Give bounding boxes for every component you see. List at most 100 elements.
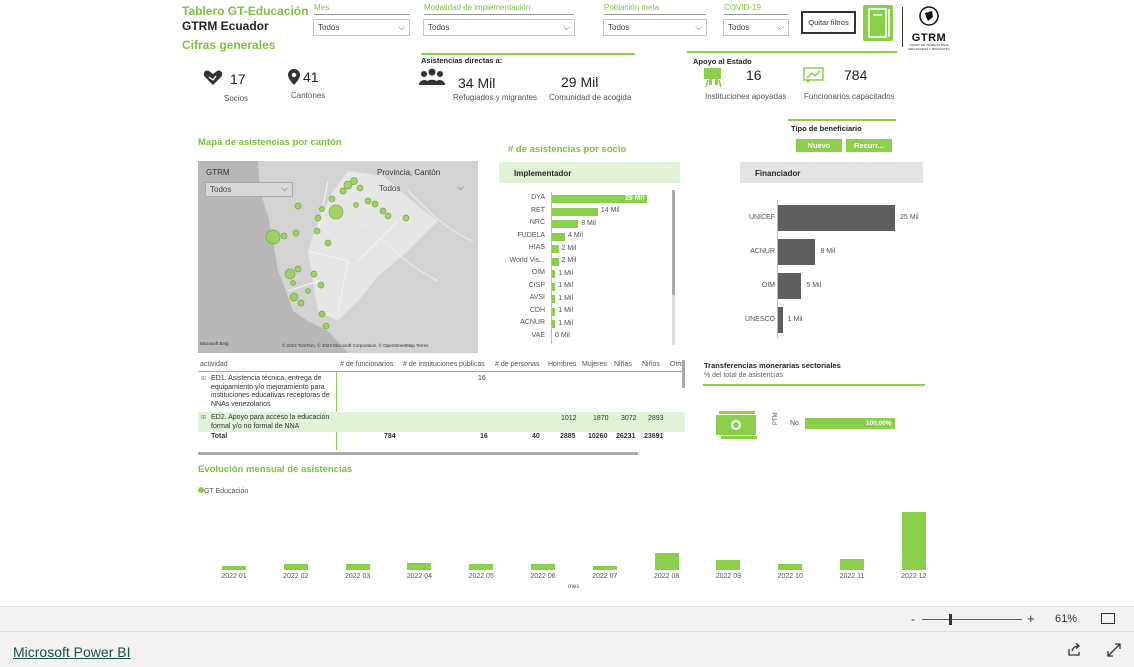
fin-bar[interactable] xyxy=(778,273,802,299)
month-bar[interactable] xyxy=(592,565,617,570)
col-funcionarios[interactable]: # de funcionarios xyxy=(340,361,393,368)
map-marker xyxy=(328,204,344,220)
total-hombres: 2885 xyxy=(560,433,576,440)
fit-page-icon[interactable] xyxy=(1101,613,1115,624)
covid-slicer[interactable]: Todos ⌵ xyxy=(723,19,789,36)
fin-category-label: OIM xyxy=(761,282,775,289)
modalidad-slicer-label: Modalidad de implementación xyxy=(424,3,531,12)
map-marker xyxy=(305,288,311,294)
zoom-in-button[interactable]: + xyxy=(1027,611,1035,626)
activity-table[interactable]: actividad # de funcionarios # de institu… xyxy=(198,360,685,456)
row-ninos: 2893 xyxy=(648,415,664,422)
impl-value-label: 29 Mil xyxy=(625,194,645,202)
expand-icon[interactable]: ⊞ xyxy=(201,414,206,421)
expand-icon[interactable]: ⊞ xyxy=(201,375,206,382)
comunidad-label: Comunidad de acogida xyxy=(549,93,632,102)
institution-icon xyxy=(703,66,723,93)
share-icon[interactable] xyxy=(1067,643,1081,662)
recurrente-button[interactable]: Recurr... xyxy=(846,139,892,152)
month-label: 2022 03 xyxy=(344,573,371,580)
map-marker xyxy=(314,214,322,222)
poblacion-slicer[interactable]: Todos ⌵ xyxy=(603,19,707,36)
impl-bar[interactable] xyxy=(552,320,556,328)
col-hombres[interactable]: Hombres xyxy=(548,361,576,368)
fin-bar[interactable] xyxy=(778,307,783,333)
map-marker xyxy=(402,214,410,222)
fullscreen-icon[interactable] xyxy=(1107,643,1121,662)
fin-value-label: 1 Mil xyxy=(787,316,803,323)
map-marker xyxy=(313,227,321,235)
monthly-chart: 2022 01 2022 02 2022 03 2022 04 2022 05 2022 … xyxy=(205,495,940,595)
notebook-icon[interactable] xyxy=(863,5,893,41)
col-mujeres[interactable]: Mujeres xyxy=(582,361,607,368)
month-bar[interactable] xyxy=(716,560,741,570)
col-ninas[interactable]: Niñas xyxy=(614,361,632,368)
monthly-chart-title: Evolución mensual de asistencias xyxy=(198,464,353,475)
mes-slicer[interactable]: Todos ⌵ xyxy=(313,19,410,36)
map-marker xyxy=(289,292,299,302)
impl-bar[interactable] xyxy=(552,282,556,291)
month-bar[interactable] xyxy=(901,512,926,570)
impl-bar[interactable] xyxy=(552,307,556,316)
impl-value-label: 1 Mil xyxy=(558,307,574,314)
impl-bar[interactable] xyxy=(552,207,598,216)
nuevo-button[interactable]: Nuevo xyxy=(796,139,842,152)
modalidad-slicer[interactable]: Todos ⌵ xyxy=(423,19,575,36)
map-marker xyxy=(339,187,347,195)
zoom-out-button[interactable]: - xyxy=(911,612,915,626)
month-bar[interactable] xyxy=(407,563,432,570)
zoom-slider[interactable] xyxy=(922,619,1022,620)
map-marker xyxy=(294,202,302,210)
col-personas[interactable]: # de personas xyxy=(495,361,539,368)
month-bar[interactable] xyxy=(469,564,494,570)
month-bar[interactable] xyxy=(654,553,679,570)
month-bar[interactable] xyxy=(778,564,803,570)
fin-bar[interactable] xyxy=(778,205,895,231)
month-bar[interactable] xyxy=(345,564,370,570)
impl-value-label: 2 Mil xyxy=(561,244,577,252)
socios-value: 17 xyxy=(230,71,246,87)
cantones-value: 41 xyxy=(303,69,319,85)
map-marker xyxy=(364,197,372,205)
funcionarios-value: 784 xyxy=(844,67,868,83)
impl-value-label: 1 Mil xyxy=(558,319,574,327)
col-instituciones[interactable]: # de instituciones públicas xyxy=(403,361,485,368)
col-actividad[interactable]: actividad xyxy=(200,361,228,368)
total-ninos: 23691 xyxy=(644,433,664,440)
impl-bar[interactable] xyxy=(552,245,559,253)
impl-category-label: ACNUR xyxy=(520,319,545,326)
fin-bar[interactable] xyxy=(778,239,816,265)
map-marker xyxy=(371,200,379,208)
table-row[interactable]: ⊞ ED1. Asistencia técnica, entrega de eq… xyxy=(198,373,685,413)
zoom-slider-thumb[interactable] xyxy=(949,614,952,625)
map-markers xyxy=(265,177,410,330)
clear-filters-button[interactable]: Quitar filtros xyxy=(801,11,856,34)
legend-item: GT Educación xyxy=(198,487,248,495)
table-h-scrollbar[interactable] xyxy=(198,452,638,455)
financiador-header: Financiador xyxy=(740,162,923,183)
col-ninos[interactable]: Niños xyxy=(642,361,660,368)
table-v-scrollbar[interactable] xyxy=(682,360,685,388)
table-row[interactable]: ⊞ ED2. Apoyo para acceso la educación fo… xyxy=(198,412,685,432)
powerbi-link[interactable]: Microsoft Power BI xyxy=(13,644,130,660)
month-bar[interactable] xyxy=(531,564,555,570)
month-bar[interactable] xyxy=(840,558,864,570)
month-bar[interactable] xyxy=(222,565,246,570)
impl-bar[interactable] xyxy=(552,220,579,228)
month-bar[interactable] xyxy=(283,564,308,570)
implementador-chart: DYA 29 Mil RET 14 Mil NRC 8 Mil FUDELA 4 Mil HIA… xyxy=(505,192,675,347)
table-total-row: Total 784 16 40 2885 10260 26231 23691 xyxy=(198,432,685,444)
total-funcionarios: 784 xyxy=(384,433,396,440)
presentation-icon xyxy=(803,67,825,88)
impl-bar[interactable] xyxy=(552,232,566,241)
impl-bar[interactable] xyxy=(552,270,556,278)
impl-value-label: 14 Mil xyxy=(600,207,620,214)
people-group-icon xyxy=(419,68,445,91)
fin-category-label: UNICEF xyxy=(748,214,775,221)
ptm-subtitle: % del total de asistencias xyxy=(704,372,783,379)
cantones-label: Cantones xyxy=(291,91,326,100)
funcionarios-label: Funcionarios capacitados xyxy=(804,92,895,101)
impl-bar[interactable] xyxy=(552,295,556,303)
apoyo-title: Apoyo al Estado xyxy=(693,57,752,66)
impl-bar[interactable] xyxy=(552,257,559,266)
